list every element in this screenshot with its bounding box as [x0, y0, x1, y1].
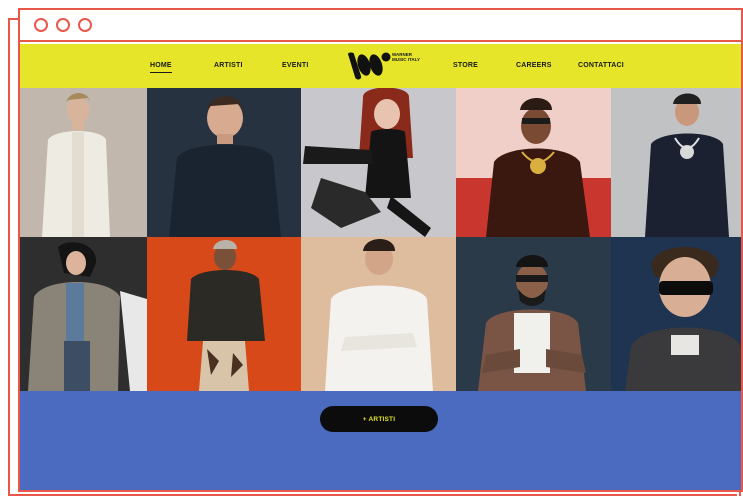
nav-contattaci[interactable]: CONTATTACI — [578, 62, 624, 69]
site-navbar: HOME ARTISTI EVENTI WARNER MUSIC ITALY S… — [20, 44, 741, 88]
artist-photo-8[interactable] — [301, 237, 456, 391]
window-titlebar — [20, 10, 741, 42]
nav-store[interactable]: STORE — [453, 62, 478, 69]
artist-photo-9[interactable] — [456, 237, 611, 391]
cta-section: + ARTISTI — [20, 391, 741, 490]
artist-photo-1[interactable] — [20, 88, 147, 237]
window-control-dot-1[interactable] — [34, 18, 48, 32]
more-artists-button[interactable]: + ARTISTI — [320, 406, 438, 432]
artist-photo-7[interactable] — [147, 237, 301, 391]
artist-photo-10[interactable] — [611, 237, 741, 391]
artists-grid — [20, 88, 741, 391]
artist-photo-4[interactable] — [456, 88, 611, 237]
nav-artisti[interactable]: ARTISTI — [214, 62, 243, 69]
window-control-dot-2[interactable] — [56, 18, 70, 32]
logo-wordmark: WARNER MUSIC ITALY — [392, 52, 421, 62]
artist-photo-2[interactable] — [147, 88, 301, 237]
window-control-dot-3[interactable] — [78, 18, 92, 32]
nav-eventi[interactable]: EVENTI — [282, 62, 308, 69]
browser-window: HOME ARTISTI EVENTI WARNER MUSIC ITALY S… — [18, 8, 743, 492]
nav-home[interactable]: HOME — [150, 62, 172, 73]
artist-photo-6[interactable] — [20, 237, 147, 391]
artist-photo-5[interactable] — [611, 88, 741, 237]
artist-photo-3[interactable] — [301, 88, 456, 237]
nav-careers[interactable]: CAREERS — [516, 62, 552, 69]
